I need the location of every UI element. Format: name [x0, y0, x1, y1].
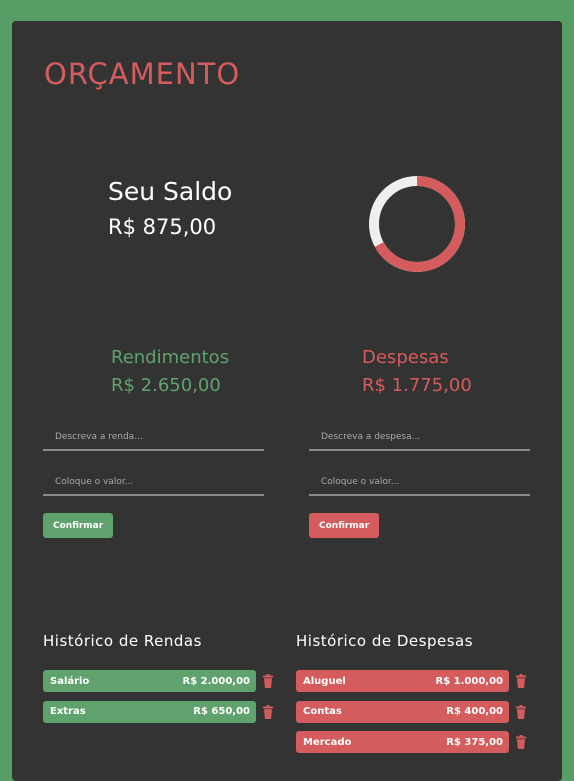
item-amount: R$ 400,00: [446, 706, 503, 717]
item-name: Extras: [50, 706, 86, 717]
expense-title: Despesas: [362, 347, 449, 368]
expense-history-title: Histórico de Despesas: [296, 632, 474, 650]
income-history-title: Histórico de Rendas: [43, 632, 202, 650]
trash-icon[interactable]: [516, 704, 526, 719]
balance-donut-chart: [369, 176, 465, 272]
trash-icon[interactable]: [263, 674, 273, 688]
expense-description-input[interactable]: [309, 425, 530, 451]
trash-icon[interactable]: [263, 704, 273, 719]
balance-label: Seu Saldo: [108, 177, 233, 206]
item-name: Aluguel: [303, 675, 346, 687]
page-title: ORÇAMENTO: [44, 57, 241, 91]
income-total: R$ 2.650,00: [111, 375, 221, 396]
item-amount: R$ 375,00: [446, 736, 503, 748]
expense-history-item: Aluguel R$ 1.000,00: [296, 670, 509, 692]
item-name: Salário: [50, 675, 90, 687]
item-name: Mercado: [303, 736, 352, 748]
income-history-item: Salário R$ 2.000,00: [43, 670, 256, 692]
expense-history-item: Contas R$ 400,00: [296, 700, 509, 723]
income-description-input[interactable]: [43, 425, 264, 451]
income-value-input[interactable]: [43, 470, 264, 496]
income-title: Rendimentos: [111, 347, 230, 368]
budget-card: ORÇAMENTO Seu Saldo R$ 875,00 Rendimento…: [12, 21, 562, 781]
item-amount: R$ 2.000,00: [182, 675, 251, 687]
expense-total: R$ 1.775,00: [362, 375, 472, 396]
income-history-item: Extras R$ 650,00: [43, 700, 256, 723]
trash-icon[interactable]: [516, 735, 526, 749]
item-name: Contas: [303, 706, 342, 717]
trash-icon[interactable]: [516, 674, 526, 688]
expense-value-input[interactable]: [309, 470, 530, 496]
expense-confirm-button[interactable]: Confirmar: [309, 513, 380, 538]
income-confirm-button[interactable]: Confirmar: [43, 513, 114, 538]
expense-history-item: Mercado R$ 375,00: [296, 731, 509, 753]
item-amount: R$ 650,00: [193, 706, 250, 717]
balance-value: R$ 875,00: [108, 215, 217, 239]
item-amount: R$ 1.000,00: [435, 675, 504, 687]
